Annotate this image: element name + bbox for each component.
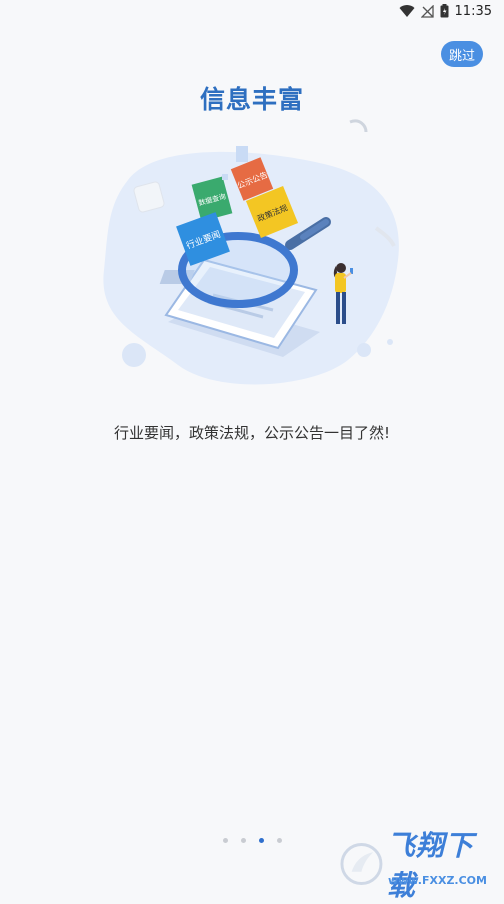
watermark-url: www.FXXZ.COM [388, 874, 487, 887]
watermark: 飞翔下载 www.FXXZ.COM [340, 829, 500, 902]
page-dot-2 [240, 838, 246, 843]
page-dot-3-active [258, 838, 264, 843]
skip-button[interactable]: 跳过 [441, 41, 483, 67]
wifi-icon [399, 4, 415, 18]
bubble-left [122, 343, 146, 367]
status-time: 11:35 [454, 3, 492, 19]
no-signal-icon [420, 4, 434, 18]
illustration: 公示公告 数据查询 政策法规 行业要闻 [98, 110, 410, 402]
status-bar: 11:35 [0, 0, 504, 22]
page-dot-1 [222, 838, 228, 843]
page-dot-4 [276, 838, 282, 843]
watermark-text: 飞翔下载 [386, 829, 474, 902]
bubble-right [357, 343, 371, 357]
watermark-logo-icon [340, 843, 383, 885]
page-description: 行业要闻，政策法规，公示公告一目了然! [113, 424, 390, 442]
battery-icon [440, 4, 449, 18]
